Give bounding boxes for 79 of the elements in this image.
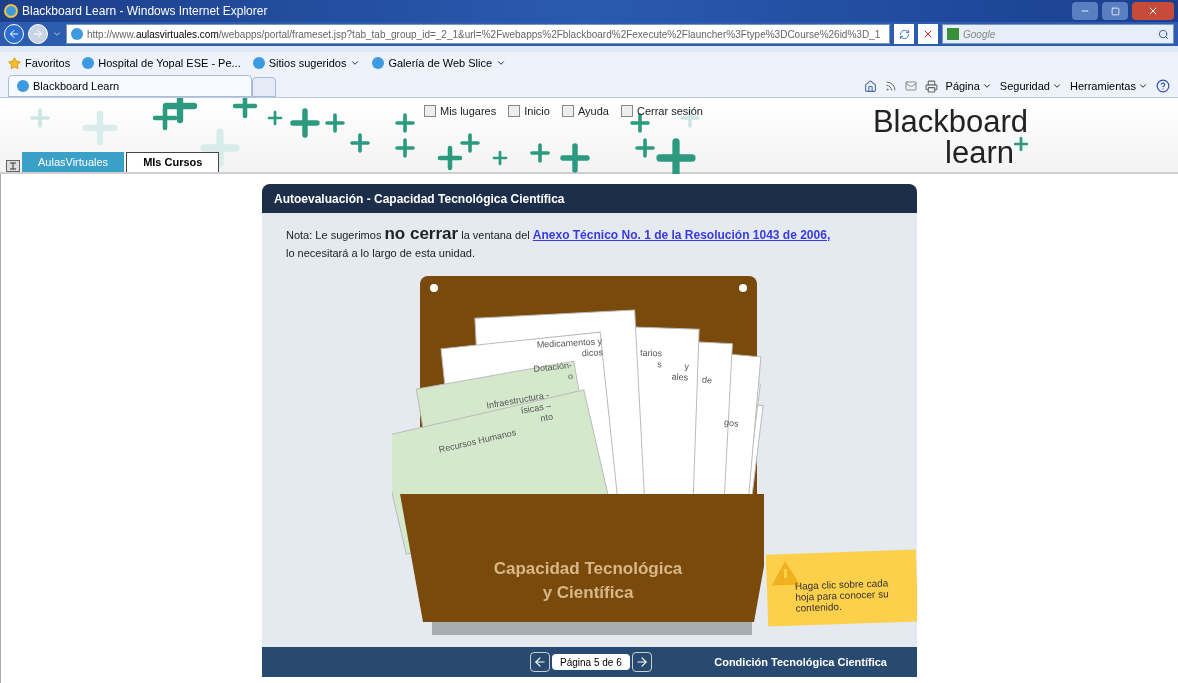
command-menu[interactable]: Seguridad [999, 77, 1062, 95]
history-dropdown-icon[interactable] [52, 29, 62, 39]
card-label: Medicamentos y [536, 336, 603, 350]
close-icon [1147, 5, 1159, 17]
browser-icon [4, 4, 18, 18]
header-link[interactable]: Ayuda [561, 103, 609, 120]
card-label: tarios [640, 347, 663, 360]
favorite-link[interactable]: Galería de Web Slice [372, 54, 507, 72]
card-label: de [701, 374, 713, 387]
caret-icon [1138, 81, 1148, 91]
card-label: gos [723, 417, 740, 430]
back-button[interactable] [4, 24, 24, 44]
module-title: Autoevaluación - Capacidad Tecnológica Científica [262, 184, 917, 213]
command-menu[interactable]: Herramientas [1069, 77, 1148, 95]
card-label: Dotación- [532, 360, 573, 374]
header-link[interactable]: Cerrar sesión [620, 103, 703, 120]
url-text: http://www.aulasvirtuales.com/webapps/portal/frameset.jsp?tab_tab_group_id=_2_1&url=%2Fwebapps%2Fblackboard%2Fexecute%2Flauncher%3Ftype%3DCourse%26id%3D_1 [87, 27, 881, 42]
link-icon [508, 105, 521, 118]
page-icon [17, 80, 29, 92]
print-icon[interactable] [924, 79, 938, 93]
expand-icon [10, 162, 16, 170]
pocket-label: Capacidad Tecnológica y Científica [492, 558, 684, 604]
header-link[interactable]: Mis lugares [424, 103, 497, 120]
feed-icon[interactable] [884, 80, 897, 92]
logo-wordmark: Blackboard [872, 106, 1028, 137]
page-icon [372, 57, 385, 69]
favorites-button[interactable]: Favoritos [8, 54, 71, 72]
caret-icon [1051, 81, 1062, 91]
browser-tab[interactable]: Blackboard Learn [8, 75, 252, 97]
forward-button[interactable] [28, 24, 48, 44]
stop-button[interactable] [918, 24, 938, 44]
note-text: lo necesitará a lo largo de esta unidad. [286, 246, 476, 261]
card-label: Recursos Humanos [437, 427, 518, 456]
window-title: Blackboard Learn - Windows Internet Explorer [22, 3, 269, 20]
forward-arrow-icon [32, 28, 44, 40]
page-icon [252, 57, 265, 69]
command-menu[interactable]: Página [945, 77, 992, 95]
search-placeholder: Google [963, 27, 997, 42]
favorite-link[interactable]: Hospital de Yopal ESE - Pe... [82, 54, 241, 72]
previous-button[interactable] [530, 652, 550, 672]
next-button[interactable] [631, 652, 652, 672]
folder-drawing[interactable] [392, 276, 764, 636]
maximize-button[interactable] [1102, 2, 1128, 20]
home-icon[interactable] [863, 79, 877, 93]
maximize-icon [1110, 6, 1120, 16]
link-icon [561, 105, 574, 118]
note-text: Nota: Le sugerimos no cerrar la ventana del Anexo Técnico No. 1 de la Resolución 1043 de 2006, [286, 225, 832, 244]
star-icon [8, 56, 21, 70]
minimize-button[interactable] [1072, 2, 1098, 20]
annex-link[interactable]: Anexo Técnico No. 1 de la Resolución 1043 de 2006, [532, 228, 831, 242]
search-icon[interactable] [1158, 28, 1169, 40]
collapse-button[interactable] [6, 160, 20, 172]
link-icon [620, 105, 633, 118]
card-label: dicos [581, 347, 604, 360]
site-tab[interactable]: MIs Cursos [126, 152, 220, 172]
refresh-icon [898, 28, 910, 40]
page-icon [71, 28, 83, 40]
tip-text: Haga clic sobre cada hoja para conocer su contenido. [794, 575, 890, 614]
favorite-link[interactable]: Sitios sugeridos [252, 54, 361, 72]
footer-title: Condición Tecnológica Científica [714, 654, 887, 670]
page-icon [82, 57, 95, 69]
refresh-button[interactable] [894, 24, 914, 44]
card-label: o [567, 371, 574, 383]
card-label: nto [539, 411, 554, 425]
mail-icon[interactable] [904, 80, 917, 92]
back-arrow-icon [8, 28, 20, 40]
search-engine-icon [947, 28, 959, 40]
plus-logo-icon [1014, 137, 1028, 151]
link-icon [424, 105, 436, 118]
header-link[interactable]: Inicio [508, 103, 550, 120]
caret-icon [981, 81, 992, 91]
card-label: s [657, 359, 662, 371]
stop-icon [922, 28, 934, 40]
card-label: ales [671, 371, 689, 384]
logo-subtitle: learn [945, 137, 1014, 168]
address-field[interactable]: http://www.aulasvirtuales.com/webapps/portal/frameset.jsp?tab_tab_group_id=_2_1&url=%2Fwebapps%2Fblackboard%2Fexecute%2Flauncher%3Ftype%3DCourse%26id%3D_1 [66, 24, 890, 44]
card-label: y [684, 361, 690, 373]
page-indicator: Página 5 de 6 [552, 654, 630, 670]
help-icon[interactable] [1156, 79, 1170, 93]
